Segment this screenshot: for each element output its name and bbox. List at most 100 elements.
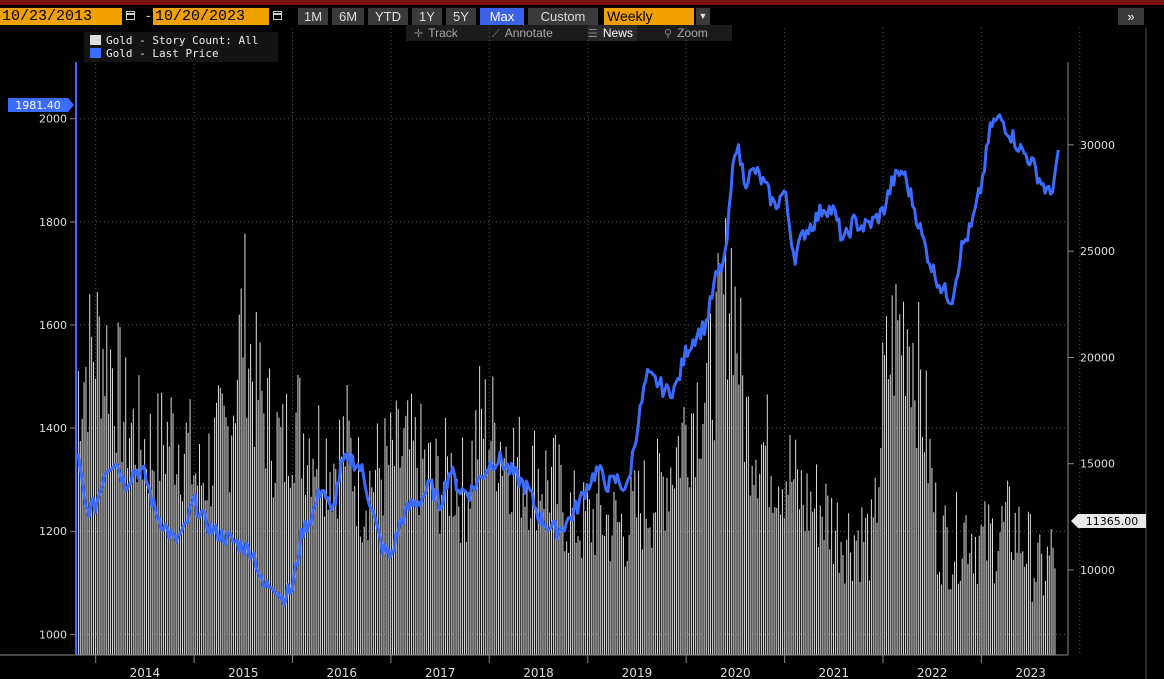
story-count-bar [138, 375, 140, 655]
story-count-bar [560, 464, 562, 655]
story-count-bar [460, 542, 462, 655]
legend-item-story-count[interactable]: Gold - Story Count: All [90, 34, 258, 47]
story-count-bar [853, 535, 855, 655]
story-count-bar [1022, 551, 1024, 655]
story-count-bar [117, 322, 119, 655]
x-tick-label: 2021 [819, 666, 850, 679]
story-count-bar [456, 479, 458, 655]
story-count-bar [325, 438, 327, 655]
story-count-bar [969, 553, 971, 655]
story-count-bar [880, 448, 882, 655]
story-count-bar [882, 342, 884, 655]
story-count-bar [770, 475, 772, 655]
story-count-bar [164, 473, 166, 655]
story-count-bar [573, 470, 575, 655]
story-count-bar [1043, 595, 1045, 655]
story-count-bar [821, 516, 823, 655]
story-count-bar [479, 366, 481, 655]
story-count-bar [704, 402, 706, 655]
story-count-bar [675, 447, 677, 655]
story-count-bar [952, 574, 954, 655]
story-count-bar [499, 442, 501, 655]
story-count-bar [657, 438, 659, 655]
story-count-bar [793, 479, 795, 655]
story-count-bar [261, 390, 263, 655]
story-count-bar [823, 539, 825, 655]
x-axis-ticks: 2014 2015 2016 2017 2018 2019 2020 2021 2022 2023 [95, 655, 1046, 679]
legend-label: Gold - Story Count: All [106, 34, 259, 47]
story-count-bar [774, 507, 776, 655]
chart-canvas[interactable]: 1000 1200 1400 1600 1800 2000 10000 15000 20000… [0, 0, 1164, 679]
story-count-bar [146, 468, 148, 655]
story-count-bar [925, 370, 927, 655]
story-count-bar [85, 366, 87, 655]
story-count-bar [933, 512, 935, 655]
story-count-bar [91, 336, 93, 655]
story-count-bar [147, 493, 149, 655]
story-count-bar [753, 485, 755, 655]
story-count-bar [265, 468, 267, 655]
story-count-bar [535, 530, 537, 655]
story-count-bar [804, 531, 806, 655]
story-count-bar [836, 502, 838, 655]
story-count-bar [501, 475, 503, 655]
story-count-bar [639, 513, 641, 655]
story-count-bar [863, 542, 865, 655]
story-count-bar [208, 433, 210, 655]
story-count-bar [957, 583, 959, 655]
story-count-bar [304, 495, 306, 655]
story-count-bar [174, 484, 176, 655]
story-count-bar [840, 542, 842, 655]
story-count-bar [282, 403, 284, 655]
story-count-bar [865, 517, 867, 655]
left-axis-ticks: 1000 1200 1400 1600 1800 2000 [39, 113, 76, 641]
story-count-bar [1003, 521, 1005, 655]
story-count-bar [234, 423, 236, 655]
story-count-bar [155, 506, 157, 655]
story-count-bar [242, 357, 244, 655]
story-count-bar [422, 458, 424, 655]
story-count-bar [110, 349, 112, 655]
story-count-bar [333, 463, 335, 655]
story-count-bar [233, 415, 235, 655]
story-count-bar [522, 483, 524, 655]
story-count-bar [991, 518, 993, 655]
story-count-bar [980, 525, 982, 655]
x-tick-label: 2017 [425, 666, 456, 679]
story-count-bar [747, 396, 749, 655]
story-count-bar [403, 428, 405, 655]
story-count-bar [889, 374, 891, 655]
story-count-bar [100, 418, 102, 655]
story-count-bar [895, 283, 897, 655]
story-count-bar [588, 499, 590, 655]
story-count-bar [287, 476, 289, 655]
story-count-bar [884, 355, 886, 655]
x-tick-label: 2015 [228, 666, 259, 679]
story-count-bar [477, 459, 479, 655]
story-count-bar [944, 505, 946, 655]
story-count-bar [545, 450, 547, 655]
story-count-bar [988, 504, 990, 655]
story-count-bar [549, 512, 551, 655]
story-count-bar [1009, 486, 1011, 655]
story-count-callout-text: 11365.00 [1086, 515, 1139, 528]
x-tick-label: 2023 [1015, 666, 1046, 679]
story-count-bar [390, 412, 392, 655]
story-count-bar [732, 375, 734, 655]
story-count-bar [711, 419, 713, 655]
legend-item-last-price[interactable]: Gold - Last Price [90, 47, 219, 60]
story-count-bar [284, 481, 286, 655]
story-count-bar [498, 482, 500, 655]
story-count-bar [912, 342, 914, 655]
story-count-bar [762, 442, 764, 655]
story-count-bar [551, 466, 553, 655]
story-count-bar [948, 589, 950, 655]
story-count-bar [630, 476, 632, 655]
left-tick-label: 1400 [39, 422, 67, 435]
story-count-bar [808, 530, 810, 655]
story-count-bar [759, 473, 761, 655]
story-count-bar [655, 512, 657, 655]
story-count-bar [691, 413, 693, 655]
story-count-bar [594, 554, 596, 655]
story-count-bar [974, 536, 976, 655]
